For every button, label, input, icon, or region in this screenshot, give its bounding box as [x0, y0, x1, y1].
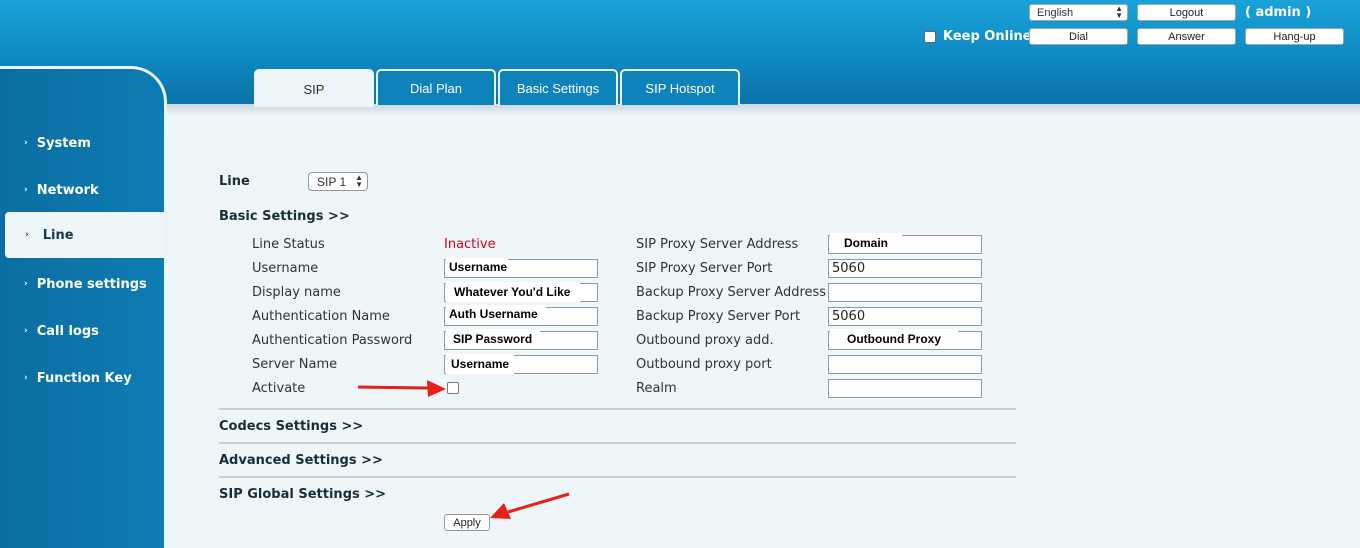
- arrow-to-activate-icon: [357, 380, 446, 397]
- annotation-arrows: [357, 380, 570, 519]
- arrow-to-apply-icon: [490, 492, 570, 519]
